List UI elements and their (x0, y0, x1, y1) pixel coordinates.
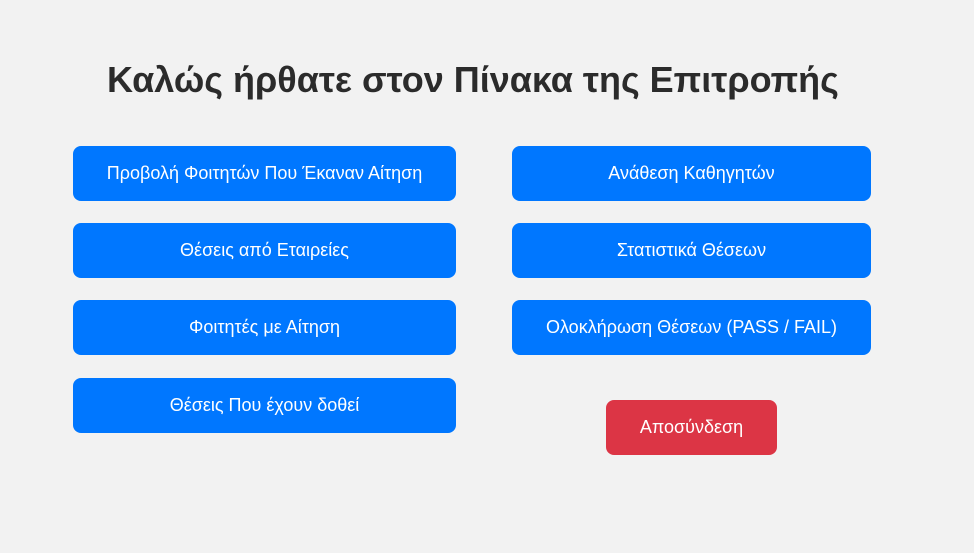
company-positions-button[interactable]: Θέσεις από Εταιρείες (73, 223, 456, 278)
view-applicant-students-button[interactable]: Προβολή Φοιτητών Που Έκαναν Αίτηση (73, 146, 456, 201)
logout-button[interactable]: Αποσύνδεση (606, 400, 777, 455)
position-statistics-button[interactable]: Στατιστικά Θέσεων (512, 223, 871, 278)
students-with-application-button[interactable]: Φοιτητές με Αίτηση (73, 300, 456, 355)
assigned-positions-button[interactable]: Θέσεις Που έχουν δοθεί (73, 378, 456, 433)
complete-positions-button[interactable]: Ολοκλήρωση Θέσεων (PASS / FAIL) (512, 300, 871, 355)
assign-professors-button[interactable]: Ανάθεση Καθηγητών (512, 146, 871, 201)
page-title: Καλώς ήρθατε στον Πίνακα της Επιτροπής (107, 59, 839, 100)
committee-dashboard: Καλώς ήρθατε στον Πίνακα της Επιτροπής Π… (0, 0, 974, 553)
